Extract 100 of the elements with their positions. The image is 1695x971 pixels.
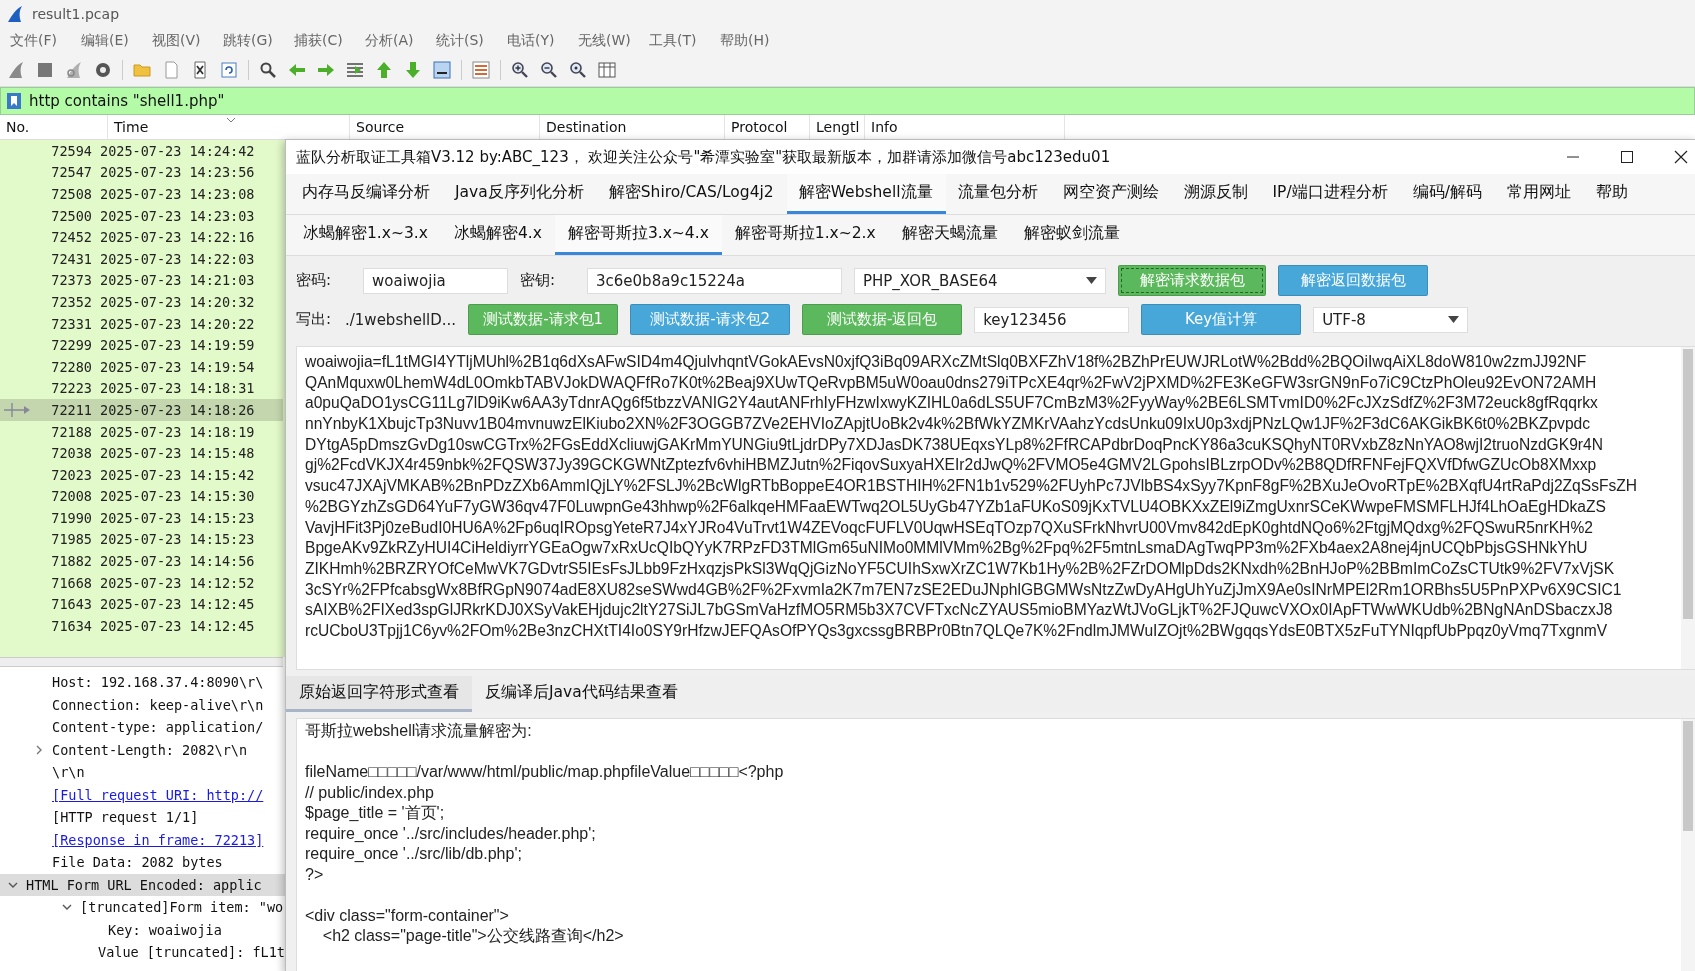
tab[interactable]: 常用网址	[1494, 174, 1584, 214]
packet-row[interactable]: 72431 2025-07-23 14:22:03	[0, 247, 283, 270]
packet-row[interactable]: 72023 2025-07-23 14:15:42	[0, 463, 283, 486]
menu-item[interactable]: 文件(F)	[10, 32, 81, 50]
packet-row[interactable]: 72547 2025-07-23 14:23:56	[0, 161, 283, 184]
packet-row[interactable]: 72038 2025-07-23 14:15:48	[0, 442, 283, 464]
packet-row[interactable]: 72373 2025-07-23 14:21:03	[0, 269, 283, 292]
packet-row[interactable]: 72223 2025-07-23 14:18:31	[0, 377, 283, 400]
packet-row[interactable]: 72452 2025-07-23 14:22:16	[0, 226, 283, 248]
tab[interactable]: 溯源反制	[1171, 174, 1261, 214]
tree-item[interactable]: \r\n	[0, 761, 285, 784]
menu-item[interactable]: 工具(T)	[649, 32, 720, 50]
tab[interactable]: 流量包分析	[945, 174, 1051, 214]
table-cell-text: 71668	[50, 574, 93, 591]
input-field[interactable]: woaiwojia	[363, 267, 508, 294]
table-cell-text: 72373	[50, 272, 93, 289]
filter-bar[interactable]: http contains "shell1.php"	[0, 87, 1695, 115]
packet-row[interactable]: 71668 2025-07-23 14:12:52	[0, 571, 283, 594]
maximize-icon[interactable]	[1620, 150, 1634, 164]
zoom-out-icon[interactable]	[539, 60, 559, 80]
packet-row[interactable]: 72211 2025-07-23 14:18:26	[0, 399, 283, 421]
tab[interactable]: 内存马反编译分析	[290, 174, 443, 214]
result-text-area[interactable]	[296, 718, 1695, 971]
packet-row[interactable]: 72508 2025-07-23 14:23:08	[0, 183, 283, 205]
packet-row[interactable]: 71990 2025-07-23 14:15:23	[0, 507, 283, 529]
caret-icon	[1086, 277, 1097, 284]
resize-columns-icon[interactable]	[597, 60, 617, 80]
tab[interactable]: 冰蝎解密1.x~3.x	[290, 215, 441, 255]
input-field[interactable]: 3c6e0b8a9c15224a	[587, 267, 842, 294]
tree-item[interactable]: Content-type: application/	[0, 716, 285, 739]
menu-item[interactable]: 帮助(H)	[720, 32, 791, 50]
tree-item[interactable]: Host: 192.168.37.4:8090\r\	[0, 671, 285, 694]
tab[interactable]: 解密Shiro/CAS/Log4j2	[596, 174, 787, 214]
packet-row[interactable]: 72280 2025-07-23 14:19:54	[0, 355, 283, 378]
tree-item[interactable]: [HTTP request 1/1]	[0, 806, 285, 829]
packet-row[interactable]: 72299 2025-07-23 14:19:59	[0, 334, 283, 356]
packet-row[interactable]: 72500 2025-07-23 14:23:03	[0, 204, 283, 227]
jump-icon[interactable]	[345, 60, 365, 80]
menu-item[interactable]: 视图(V)	[152, 32, 223, 50]
tree-item[interactable]: Value [truncated]: fL1t	[0, 941, 285, 964]
search-icon[interactable]	[258, 60, 278, 80]
stop-icon[interactable]	[35, 60, 55, 80]
tab[interactable]: 解密哥斯拉1.x~2.x	[721, 215, 889, 255]
arrow-down-icon[interactable]	[403, 60, 423, 80]
menu-item[interactable]: 跳转(G)	[223, 32, 294, 50]
packet-row[interactable]: 71634 2025-07-23 14:12:45	[0, 615, 283, 637]
result-text: 哥斯拉webshell请求流量解密为: fileName□□□□□/var/www/html/public/map.phpfileValue□□□□□<?php // public/index.php $page_title = '首页'; require_once '../src/includes/header.php'; require_once '../src/lib/db.php'; ?> <div class="form-container"> <h2 class="page-title">公交线路查询</h2>	[304, 721, 785, 946]
shark-fin-icon[interactable]	[6, 60, 26, 80]
tree-item[interactable]: Key: woaiwojia	[0, 918, 285, 941]
tab[interactable]: 冰蝎解密4.x	[440, 215, 555, 255]
request-text-area[interactable]	[296, 346, 1695, 670]
menu-item[interactable]: 分析(A)	[365, 32, 436, 50]
tab[interactable]: 帮助	[1583, 174, 1641, 214]
tab[interactable]: 解密哥斯拉3.x~4.x	[554, 215, 722, 255]
packet-row[interactable]: 72594 2025-07-23 14:24:42	[0, 140, 283, 162]
tree-item[interactable]: Connection: keep-alive\r\n	[0, 693, 285, 716]
table-cell-text: 72352	[50, 293, 93, 310]
close-icon[interactable]	[1674, 150, 1688, 164]
column-header[interactable]: No.	[0, 115, 108, 139]
tab[interactable]: 解密天蝎流量	[888, 215, 1011, 255]
chevron-icon[interactable]	[34, 744, 44, 755]
scrollbar[interactable]	[1681, 719, 1695, 971]
arrow-up-icon[interactable]	[374, 60, 394, 80]
tree-item[interactable]: File Data: 2082 bytes	[0, 851, 285, 874]
tree-item[interactable]: HTML Form URL Encoded: applic	[0, 873, 285, 896]
tab[interactable]: 反编译后Java代码结果查看	[472, 676, 691, 712]
reload-icon[interactable]	[219, 60, 239, 80]
packet-row[interactable]: 72188 2025-07-23 14:18:19	[0, 420, 283, 443]
packet-row[interactable]: 71882 2025-07-23 14:14:56	[0, 550, 283, 572]
bookmark-icon[interactable]	[7, 93, 21, 109]
menu-item[interactable]: 统计(S)	[436, 32, 507, 50]
zoom-in-icon[interactable]	[510, 60, 530, 80]
tab[interactable]: 解密蚁剑流量	[1010, 215, 1133, 255]
tab[interactable]: 编码/解码	[1400, 174, 1495, 214]
packet-row[interactable]: 71985 2025-07-23 14:15:23	[0, 528, 283, 551]
display-filter-field[interactable]: http contains "shell1.php"	[29, 92, 929, 110]
input-field[interactable]: key123456	[974, 306, 1130, 333]
packet-row[interactable]: 71643 2025-07-23 14:12:45	[0, 593, 283, 616]
tree-item[interactable]: Content-Length: 2082\r\n	[0, 738, 285, 761]
menu-item[interactable]: 无线(W)	[578, 32, 649, 50]
packet-row[interactable]: 72008 2025-07-23 14:15:30	[0, 485, 283, 508]
link[interactable]: [Response in frame: 72213]	[0, 828, 285, 851]
tab[interactable]: Java反序列化分析	[443, 174, 597, 214]
tab[interactable]: 解密Webshell流量	[786, 174, 946, 214]
zoom-reset-icon[interactable]	[568, 60, 588, 80]
dropdown[interactable]: PHP_XOR_BASE64	[854, 267, 1106, 294]
tab[interactable]: IP/端口进程分析	[1260, 174, 1401, 214]
scrollbar[interactable]	[1681, 347, 1695, 669]
dropdown[interactable]: UTF-8	[1313, 306, 1469, 333]
tree-item[interactable]: [truncated]Form item: "wo	[0, 896, 285, 919]
packet-row[interactable]: 72352 2025-07-23 14:20:32	[0, 291, 283, 313]
window-title: result1.pcap	[32, 6, 119, 22]
tab[interactable]: 原始返回字符形式查看	[286, 676, 472, 712]
tab[interactable]: 网空资产测绘	[1050, 174, 1172, 214]
menu-item[interactable]: 编辑(E)	[81, 32, 152, 50]
table-cell-text: 72452	[50, 229, 93, 246]
link[interactable]: [Full request URI: http://	[0, 783, 285, 806]
menu-item[interactable]: 捕获(C)	[294, 32, 365, 50]
packet-row[interactable]: 72331 2025-07-23 14:20:22	[0, 312, 283, 335]
menu-item[interactable]: 电话(Y)	[507, 32, 578, 50]
